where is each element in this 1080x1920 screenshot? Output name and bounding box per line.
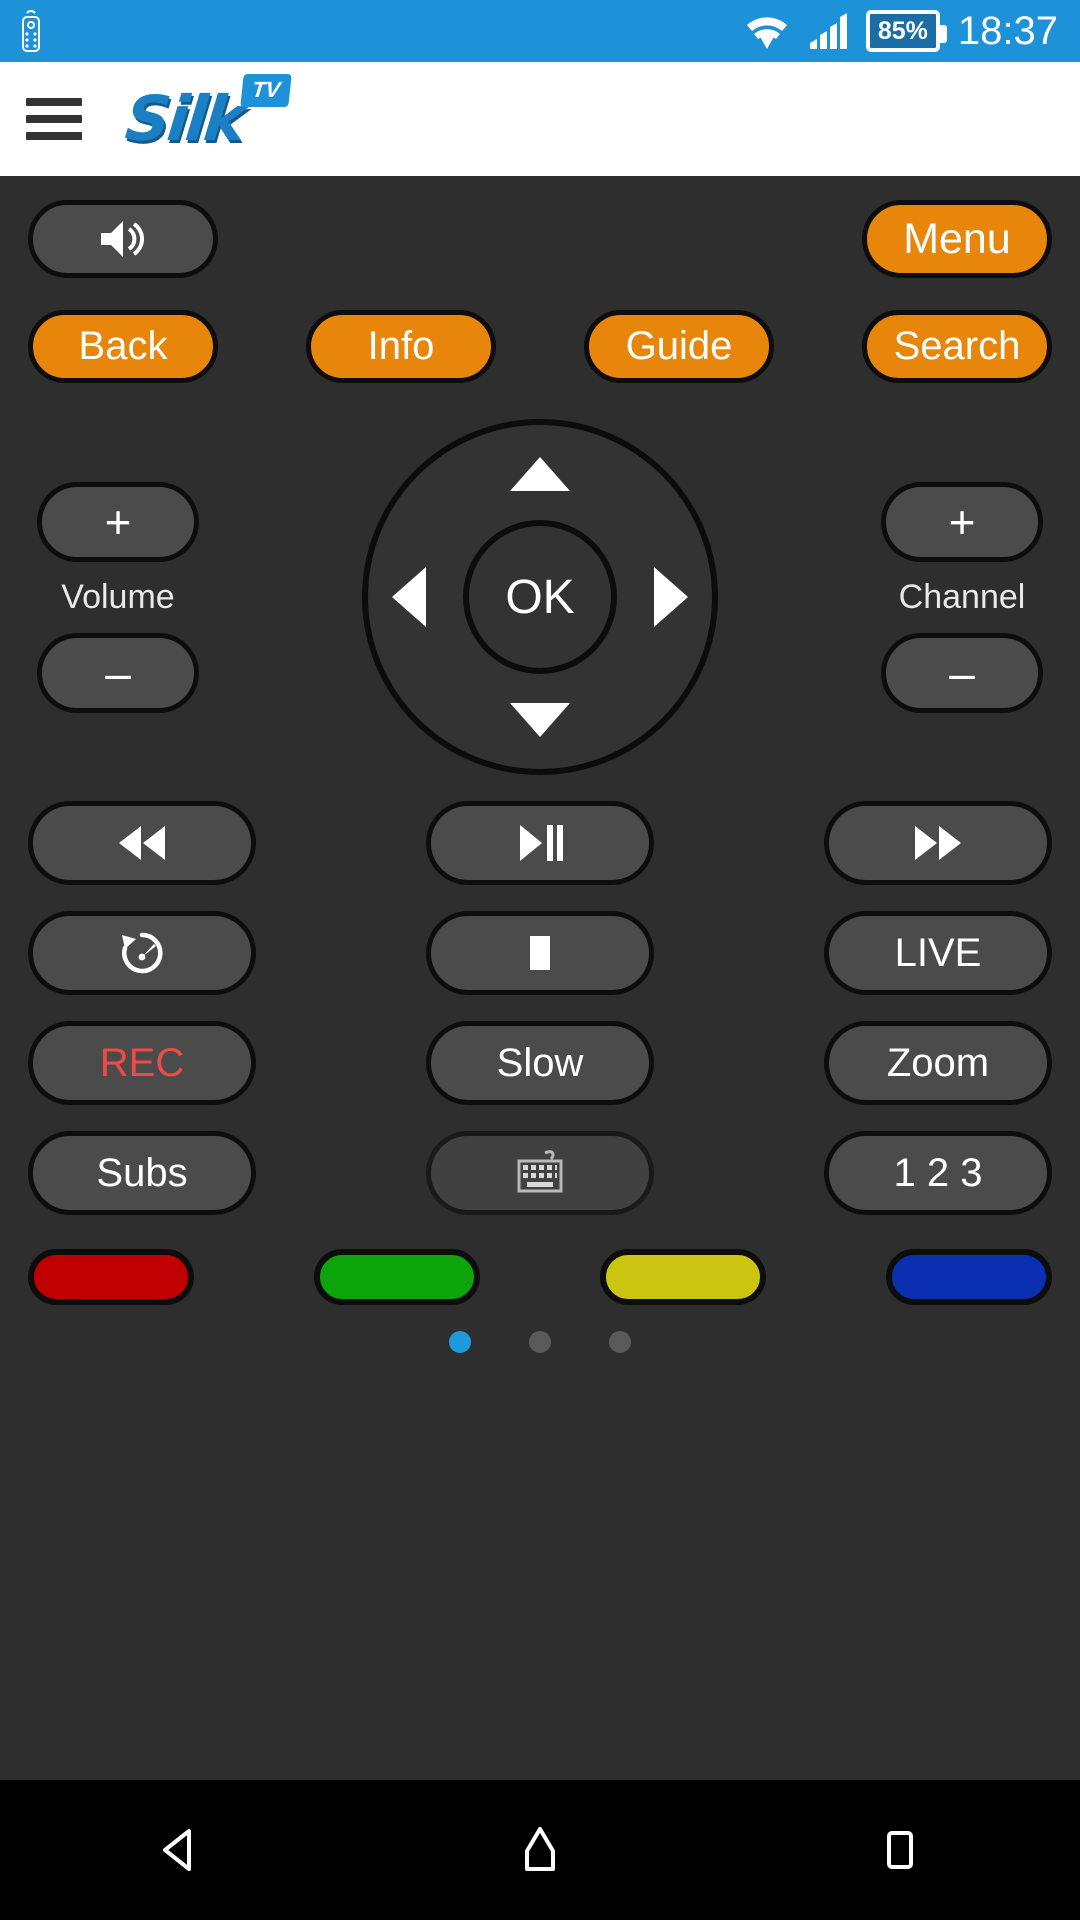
record-label: REC [99,1040,185,1085]
subs-button[interactable]: Subs [28,1131,256,1215]
arrow-left-icon[interactable] [392,567,426,627]
blue-button[interactable] [886,1249,1052,1305]
nav-home-icon[interactable] [509,1819,571,1881]
wifi-icon [744,11,790,51]
live-button[interactable]: LIVE [824,911,1052,995]
cellular-signal-icon [808,11,848,51]
stop-button[interactable] [426,911,654,995]
rewind-button[interactable] [28,801,256,885]
app-logo-text: Silk [122,82,247,155]
page-dot-3[interactable] [609,1331,631,1353]
arrow-down-icon[interactable] [510,703,570,737]
app-logo-badge: TV [240,74,293,107]
volume-label: Volume [61,577,175,616]
status-bar-clock: 18:37 [957,9,1058,53]
hamburger-bar [26,115,82,123]
remote-control-icon [18,9,44,53]
red-button[interactable] [28,1249,194,1305]
hamburger-menu-icon[interactable] [26,98,82,140]
channel-down-button[interactable]: – [881,632,1043,713]
volume-up-button[interactable]: + [37,481,199,562]
app-logo: Silk TV [122,74,293,155]
green-button[interactable] [314,1249,480,1305]
menu-button[interactable]: Menu [862,200,1052,278]
remote-control-panel: Menu Back Info Guide Search + Volume – O… [0,176,1080,1780]
hamburger-bar [26,98,82,106]
battery-indicator: 85% [865,10,947,52]
android-nav-bar [0,1780,1080,1920]
color-button-row [28,1249,1052,1305]
keyboard-icon [511,1149,569,1197]
mute-button[interactable] [28,200,218,278]
page-dot-2[interactable] [529,1331,551,1353]
guide-button[interactable]: Guide [584,310,774,383]
ok-button[interactable]: OK [463,520,617,674]
zoom-button[interactable]: Zoom [824,1021,1052,1105]
arrow-up-icon[interactable] [510,457,570,491]
status-bar-right: 85% 18:37 [744,10,1058,52]
page-dot-1[interactable] [449,1331,471,1353]
slow-button[interactable]: Slow [426,1021,654,1105]
stop-icon [523,932,557,974]
channel-up-button[interactable]: + [881,481,1043,562]
volume-speaker-icon [95,216,151,262]
search-button[interactable]: Search [862,310,1052,383]
orange-button-row: Back Info Guide Search [28,310,1052,383]
nav-back-icon[interactable] [149,1819,211,1881]
fast-forward-button[interactable] [824,801,1052,885]
battery-level-text: 85% [877,16,928,45]
channel-label: Channel [898,577,1026,616]
page-indicator [28,1331,1052,1353]
numbers-button[interactable]: 1 2 3 [824,1131,1052,1215]
hamburger-bar [26,132,82,140]
fast-forward-icon [907,822,969,864]
channel-control: + Channel – [872,481,1052,713]
dpad-section: + Volume – OK + Channel – [28,419,1052,775]
record-button[interactable]: REC [28,1021,256,1105]
info-button[interactable]: Info [306,310,496,383]
replay-icon [116,927,168,979]
yellow-button[interactable] [600,1249,766,1305]
transport-row-4: Subs 1 2 3 [28,1131,1052,1215]
arrow-right-icon[interactable] [654,567,688,627]
play-pause-icon [514,822,566,864]
volume-down-button[interactable]: – [37,632,199,713]
nav-recents-icon[interactable] [869,1819,931,1881]
back-button[interactable]: Back [28,310,218,383]
top-button-row: Menu [28,200,1052,278]
rewind-icon [111,822,173,864]
status-bar: 85% 18:37 [0,0,1080,62]
transport-row-3: REC Slow Zoom [28,1021,1052,1105]
keyboard-button[interactable] [426,1131,654,1215]
transport-row-1 [28,801,1052,885]
transport-row-2: LIVE [28,911,1052,995]
dpad: OK [356,419,724,775]
app-bar: Silk TV [0,62,1080,176]
status-bar-left [18,9,44,53]
volume-control: + Volume – [28,481,208,713]
play-pause-button[interactable] [426,801,654,885]
replay-button[interactable] [28,911,256,995]
